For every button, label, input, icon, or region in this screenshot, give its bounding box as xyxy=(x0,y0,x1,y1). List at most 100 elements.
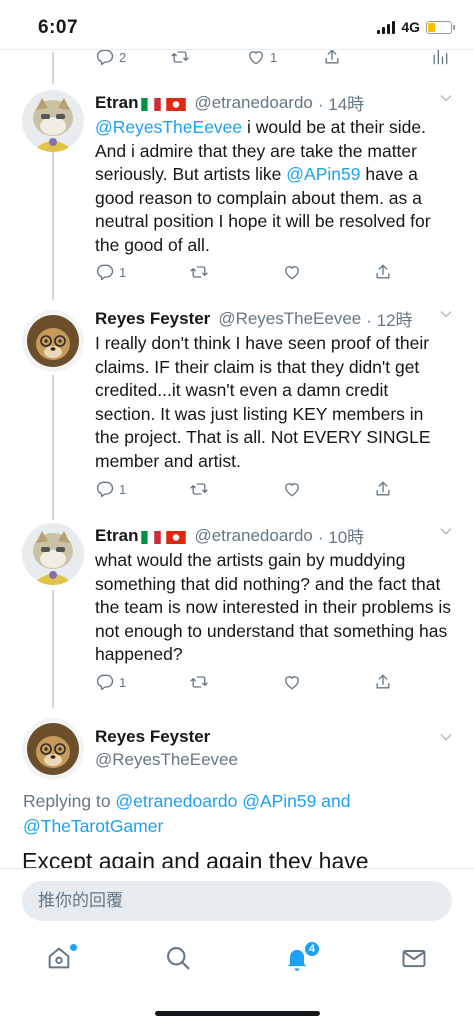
share-button[interactable] xyxy=(373,479,393,499)
tab-home[interactable] xyxy=(45,944,77,974)
replying-to: Replying to @etranedoardo @APin59 and @T… xyxy=(23,789,454,839)
network-label: 4G xyxy=(401,19,420,35)
reply-icon xyxy=(95,479,115,499)
tab-search[interactable] xyxy=(164,944,194,974)
retweet-icon xyxy=(170,47,190,67)
italy-flag-icon xyxy=(141,529,162,544)
replying-label: Replying to xyxy=(23,791,116,811)
reply-count: 1 xyxy=(119,674,127,690)
retweet-button[interactable] xyxy=(170,47,190,67)
reply-count: 1 xyxy=(119,264,127,280)
timestamp: · 10時 xyxy=(317,528,365,547)
tweet-actions: 1 xyxy=(95,672,405,694)
avatar-etran[interactable] xyxy=(22,90,84,152)
battery-icon xyxy=(426,20,455,34)
handle[interactable]: @ReyesTheEevee xyxy=(95,750,238,770)
tweet-actions: 1 xyxy=(95,479,405,501)
replying-and[interactable]: and xyxy=(316,791,350,811)
new-content-dot xyxy=(70,944,77,951)
like-icon xyxy=(282,479,302,499)
like-button[interactable] xyxy=(282,262,302,282)
reply-icon xyxy=(95,262,115,282)
retweet-button[interactable] xyxy=(189,672,209,692)
reply-area xyxy=(0,868,474,928)
reply-icon xyxy=(95,672,115,692)
mention-link[interactable]: @ReyesTheEevee xyxy=(95,117,242,137)
hong-kong-flag-icon xyxy=(166,529,187,544)
reply-input[interactable] xyxy=(22,881,452,921)
share-button[interactable] xyxy=(373,262,393,282)
share-button[interactable] xyxy=(322,47,342,67)
like-count: 1 xyxy=(270,49,278,65)
avatar-reyes[interactable] xyxy=(22,718,84,780)
tweet-actions: 1 xyxy=(95,262,405,284)
like-button[interactable] xyxy=(282,672,302,692)
display-name[interactable]: Reyes Feyster xyxy=(95,727,210,747)
status-time: 6:07 xyxy=(38,17,79,38)
notification-badge: 4 xyxy=(303,940,321,958)
tab-notifications[interactable]: 4 xyxy=(283,940,321,974)
analytics-icon xyxy=(430,47,450,67)
retweet-icon xyxy=(189,672,209,692)
avatar-reyes[interactable] xyxy=(22,310,84,372)
reply-button[interactable]: 1 xyxy=(95,262,126,282)
tweet[interactable]: Reyes Feyster @ReyesTheEevee · 12時 I rea… xyxy=(0,302,474,517)
mention-link[interactable]: @APin59 xyxy=(286,164,360,184)
tweet-header: Reyes Feyster @ReyesTheEevee xyxy=(95,727,454,770)
share-icon xyxy=(373,262,393,282)
focus-tweet[interactable]: Reyes Feyster @ReyesTheEevee Replying to… xyxy=(0,715,474,874)
tweet-text: what would the artists gain by muddying … xyxy=(95,550,451,664)
handle[interactable]: @ReyesTheEevee xyxy=(218,309,361,329)
tweet[interactable]: Etran @etranedoardo · 14時 @ReyesTheEevee… xyxy=(0,86,474,296)
status-indicators: 4G xyxy=(377,19,455,35)
home-indicator xyxy=(155,1011,320,1016)
chevron-down-icon[interactable] xyxy=(438,729,454,745)
messages-icon xyxy=(402,950,426,968)
hong-kong-flag-icon xyxy=(166,96,187,111)
signal-icon xyxy=(377,20,396,34)
like-button[interactable]: 1 xyxy=(246,47,277,67)
tweet-text: I really don't think I have seen proof o… xyxy=(95,333,431,471)
mention-link[interactable]: @TheTarotGamer xyxy=(23,816,163,836)
chevron-down-icon[interactable] xyxy=(438,523,454,539)
handle[interactable]: @etranedoardo xyxy=(194,526,312,546)
mention-link[interactable]: @APin59 xyxy=(242,791,316,811)
handle[interactable]: @etranedoardo xyxy=(194,93,312,113)
like-icon xyxy=(282,672,302,692)
reply-button[interactable]: 1 xyxy=(95,672,126,692)
like-icon xyxy=(282,262,302,282)
tweet-header: Reyes Feyster @ReyesTheEevee · 12時 xyxy=(95,306,454,331)
tab-messages[interactable] xyxy=(400,944,430,974)
search-icon xyxy=(167,947,190,970)
home-icon xyxy=(48,947,70,969)
display-name[interactable]: Etran xyxy=(95,93,138,113)
retweet-button[interactable] xyxy=(189,479,209,499)
display-name[interactable]: Etran xyxy=(95,526,138,546)
reply-button[interactable]: 1 xyxy=(95,479,126,499)
chevron-down-icon[interactable] xyxy=(438,306,454,322)
retweet-button[interactable] xyxy=(189,262,209,282)
timestamp: · 12時 xyxy=(366,311,413,330)
tweet-header: Etran @etranedoardo · 14時 xyxy=(95,90,454,115)
tweet-header: Etran @etranedoardo · 10時 xyxy=(95,523,454,548)
retweet-icon xyxy=(189,479,209,499)
share-button[interactable] xyxy=(373,672,393,692)
reply-count: 1 xyxy=(119,481,127,497)
italy-flag-icon xyxy=(141,96,162,111)
share-icon xyxy=(373,672,393,692)
like-icon xyxy=(246,47,266,67)
chevron-down-icon[interactable] xyxy=(438,90,454,106)
reply-icon xyxy=(95,47,115,67)
display-name[interactable]: Reyes Feyster xyxy=(95,309,210,329)
share-icon xyxy=(373,479,393,499)
like-button[interactable] xyxy=(282,479,302,499)
mention-link[interactable]: @etranedoardo xyxy=(115,791,237,811)
reply-count: 2 xyxy=(119,49,127,65)
tweet-text: @ReyesTheEevee i would be at their side.… xyxy=(95,116,452,257)
status-bar: 6:07 4G xyxy=(0,0,474,50)
avatar-etran[interactable] xyxy=(22,523,84,585)
reply-button[interactable]: 2 xyxy=(95,47,126,67)
tweet[interactable]: Etran @etranedoardo · 10時 what would the… xyxy=(0,519,474,699)
thread-line xyxy=(52,52,54,84)
analytics-button[interactable] xyxy=(430,47,450,67)
